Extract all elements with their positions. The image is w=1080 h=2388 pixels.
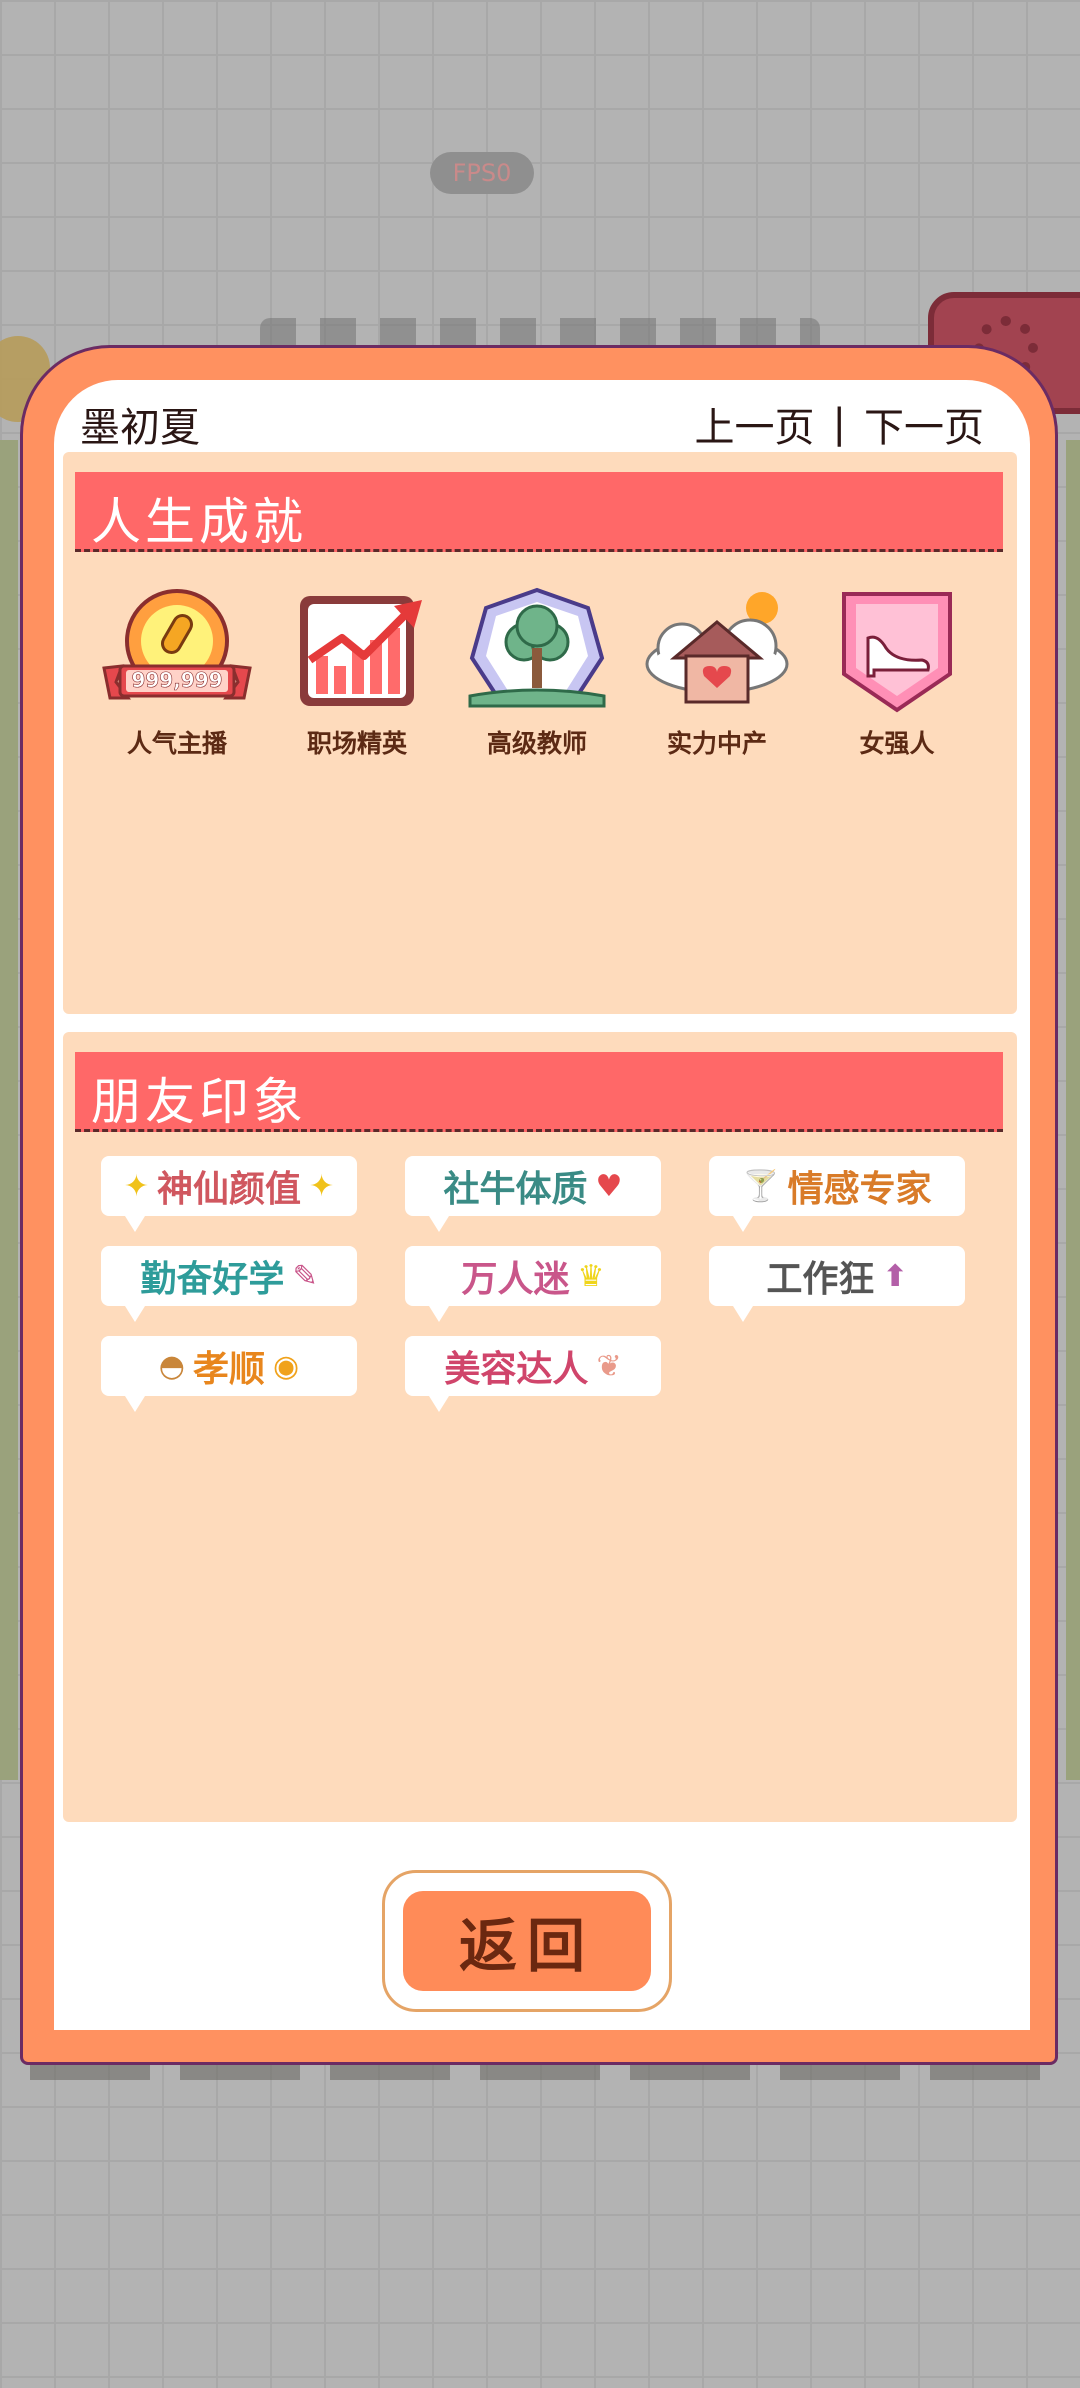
background-panel-left <box>0 440 18 1780</box>
impressions-section: 朋友印象 ✦ 神仙颜值 ✦ 社牛体质 ♥ 🍸 情感专家 勤奋好学 ✎ 万人迷 ♛ <box>63 1032 1017 1822</box>
impression-label: 勤奋好学 <box>140 1259 285 1300</box>
impression-tag[interactable]: 勤奋好学 ✎ <box>101 1246 357 1322</box>
next-page-button[interactable]: 下一页 <box>864 395 984 453</box>
impression-tag[interactable]: ✦ 神仙颜值 ✦ <box>101 1156 357 1232</box>
up-arrow-icon: ⬆ <box>882 1258 908 1294</box>
impression-tag[interactable]: 工作狂 ⬆ <box>709 1246 965 1322</box>
nav-separator: | <box>832 401 846 447</box>
achievement-label: 女强人 <box>859 729 935 758</box>
prev-page-button[interactable]: 上一页 <box>695 395 815 453</box>
muffin-icon: ◓ <box>158 1348 185 1384</box>
achievement-item[interactable]: 999,999 人气主播 <box>97 586 257 760</box>
cocktail-glasses-icon: 🍸 <box>742 1168 780 1204</box>
impression-label: 情感专家 <box>787 1169 932 1210</box>
back-button-label: 返回 <box>458 1912 595 1980</box>
impression-tag[interactable]: 万人迷 ♛ <box>405 1246 661 1322</box>
achievement-item[interactable]: 实力中产 <box>637 586 797 760</box>
sparkle-icon: ✦ <box>309 1168 335 1204</box>
achievement-item[interactable]: 高级教师 <box>457 586 617 760</box>
impression-label: 孝顺 <box>192 1349 265 1390</box>
achievement-label: 人气主播 <box>126 729 227 758</box>
crown-icon: ♛ <box>577 1258 605 1294</box>
house-heart-icon <box>645 592 789 704</box>
impression-label: 社牛体质 <box>443 1169 588 1210</box>
impression-tag[interactable]: ◓ 孝顺 ◉ <box>101 1336 357 1412</box>
impression-tag[interactable]: 社牛体质 ♥ <box>405 1156 661 1232</box>
background-panel-right <box>1066 440 1080 1780</box>
achievements-header: 人生成就 <box>75 472 1003 552</box>
sparkle-icon: ✦ <box>123 1168 149 1204</box>
impressions-header: 朋友印象 <box>75 1052 1003 1132</box>
achievement-item[interactable]: 职场精英 <box>277 586 437 760</box>
achievements-section: 人生成就 999,999 人气主播 职场精英 高级教师 实力中产 女强人 <box>63 452 1017 1014</box>
heart-bubble-icon: ♥ <box>595 1168 623 1204</box>
tree-book-icon <box>468 587 606 708</box>
achievement-item[interactable]: 女强人 <box>817 586 977 760</box>
impressions-title: 朋友印象 <box>91 1073 307 1131</box>
achievement-label: 高级教师 <box>486 729 587 758</box>
high-heel-icon <box>842 592 952 713</box>
microphone-badge-icon: 999,999 <box>102 589 252 700</box>
egg-icon: ◉ <box>273 1348 300 1384</box>
impression-tag[interactable]: 美容达人 ❦ <box>405 1336 661 1412</box>
player-name: 墨初夏 <box>80 405 200 451</box>
impression-label: 美容达人 <box>444 1349 589 1390</box>
wing-icon: ❦ <box>596 1348 622 1384</box>
pencil-icon: ✎ <box>292 1258 318 1294</box>
badge-count-text: 999,999 <box>131 668 222 692</box>
achievement-label: 职场精英 <box>306 729 407 758</box>
achievements-title: 人生成就 <box>91 493 307 551</box>
back-button[interactable]: 返回 <box>382 1870 672 2012</box>
impression-label: 工作狂 <box>766 1259 875 1300</box>
impression-label: 万人迷 <box>461 1259 570 1300</box>
achievement-label: 实力中产 <box>666 729 767 758</box>
impression-label: 神仙颜值 <box>156 1169 301 1210</box>
page-navigation: 上一页 | 下一页 <box>695 395 984 453</box>
fps-counter: FPS0 <box>430 152 534 194</box>
impression-tag[interactable]: 🍸 情感专家 <box>709 1156 965 1232</box>
rising-chart-icon <box>300 596 422 706</box>
